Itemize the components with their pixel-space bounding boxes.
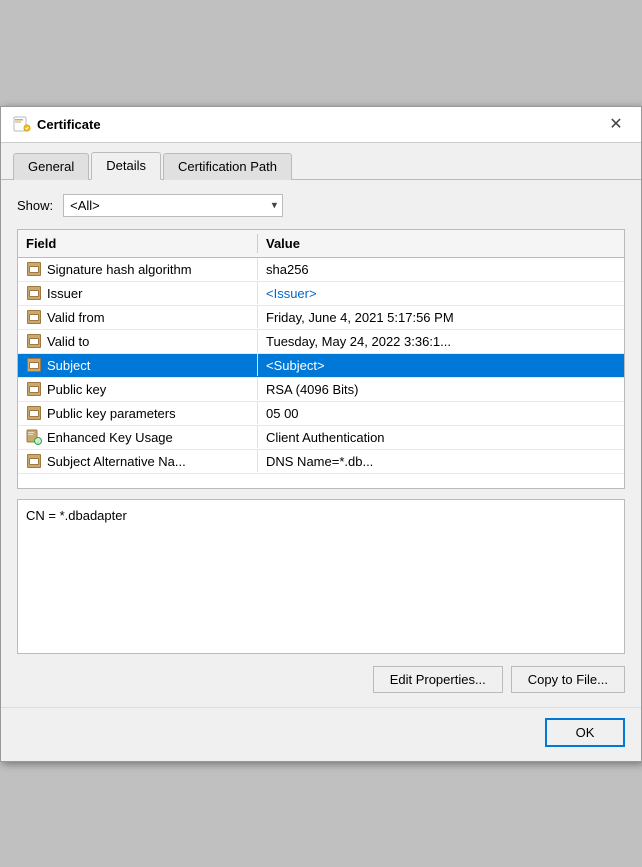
value-cell: sha256 xyxy=(258,259,624,280)
value-cell: Client Authentication xyxy=(258,427,624,448)
cert-icon xyxy=(26,381,42,397)
footer: OK xyxy=(1,707,641,761)
cert-icon xyxy=(26,453,42,469)
cert-dl-icon: ↓ xyxy=(26,429,42,445)
value-cell: Friday, June 4, 2021 5:17:56 PM xyxy=(258,307,624,328)
field-cell: Public key parameters xyxy=(18,402,258,424)
value-cell: <Subject> xyxy=(258,355,624,376)
show-label: Show: xyxy=(17,198,53,213)
col-value: Value xyxy=(258,234,624,253)
tab-general[interactable]: General xyxy=(13,153,89,180)
svg-text:↓: ↓ xyxy=(37,440,40,446)
cert-icon xyxy=(26,405,42,421)
tab-certification-path[interactable]: Certification Path xyxy=(163,153,292,180)
field-cell: Valid to xyxy=(18,330,258,352)
value-cell: <Issuer> xyxy=(258,283,624,304)
table-row[interactable]: Valid to Tuesday, May 24, 2022 3:36:1... xyxy=(18,330,624,354)
dialog-title: Certificate xyxy=(37,117,101,132)
table-row[interactable]: Public key parameters 05 00 xyxy=(18,402,624,426)
table-row-selected[interactable]: Subject <Subject> xyxy=(18,354,624,378)
table-row[interactable]: Signature hash algorithm sha256 xyxy=(18,258,624,282)
value-cell: RSA (4096 Bits) xyxy=(258,379,624,400)
cert-icon xyxy=(26,285,42,301)
detail-value: CN = *.dbadapter xyxy=(26,508,127,523)
ok-button[interactable]: OK xyxy=(545,718,625,747)
cert-icon xyxy=(26,333,42,349)
copy-to-file-button[interactable]: Copy to File... xyxy=(511,666,625,693)
detail-box: CN = *.dbadapter xyxy=(17,499,625,654)
table-row[interactable]: Issuer <Issuer> xyxy=(18,282,624,306)
field-cell: Subject xyxy=(18,354,258,376)
tabs-bar: General Details Certification Path xyxy=(1,143,641,180)
edit-properties-button[interactable]: Edit Properties... xyxy=(373,666,503,693)
table-row[interactable]: Subject Alternative Na... DNS Name=*.db.… xyxy=(18,450,624,474)
field-cell: Public key xyxy=(18,378,258,400)
title-bar-left: Certificate xyxy=(13,115,101,133)
tab-details[interactable]: Details xyxy=(91,152,161,180)
col-field: Field xyxy=(18,234,258,253)
show-row: Show: <All> Version 1 Fields Only Extens… xyxy=(17,194,625,217)
table-header: Field Value xyxy=(18,230,624,258)
field-cell: Issuer xyxy=(18,282,258,304)
certificate-table: Field Value Signature hash algorithm sha… xyxy=(17,229,625,489)
field-cell: ↓ Enhanced Key Usage xyxy=(18,426,258,448)
certificate-icon xyxy=(13,115,31,133)
field-cell: Subject Alternative Na... xyxy=(18,450,258,472)
content-area: Show: <All> Version 1 Fields Only Extens… xyxy=(1,180,641,707)
table-row[interactable]: Public key RSA (4096 Bits) xyxy=(18,378,624,402)
table-body: Signature hash algorithm sha256 Issuer <… xyxy=(18,258,624,488)
close-button[interactable]: ✕ xyxy=(603,111,629,137)
table-row[interactable]: Valid from Friday, June 4, 2021 5:17:56 … xyxy=(18,306,624,330)
value-cell: DNS Name=*.db... xyxy=(258,451,624,472)
cert-icon xyxy=(26,261,42,277)
show-select[interactable]: <All> Version 1 Fields Only Extensions O… xyxy=(63,194,283,217)
action-buttons: Edit Properties... Copy to File... xyxy=(17,666,625,693)
value-cell: 05 00 xyxy=(258,403,624,424)
certificate-dialog: Certificate ✕ General Details Certificat… xyxy=(0,106,642,762)
show-select-wrapper: <All> Version 1 Fields Only Extensions O… xyxy=(63,194,283,217)
value-cell: Tuesday, May 24, 2022 3:36:1... xyxy=(258,331,624,352)
cert-icon xyxy=(26,357,42,373)
field-cell: Signature hash algorithm xyxy=(18,258,258,280)
cert-icon xyxy=(26,309,42,325)
field-cell: Valid from xyxy=(18,306,258,328)
table-row[interactable]: ↓ Enhanced Key Usage Client Authenticati… xyxy=(18,426,624,450)
title-bar: Certificate ✕ xyxy=(1,107,641,143)
